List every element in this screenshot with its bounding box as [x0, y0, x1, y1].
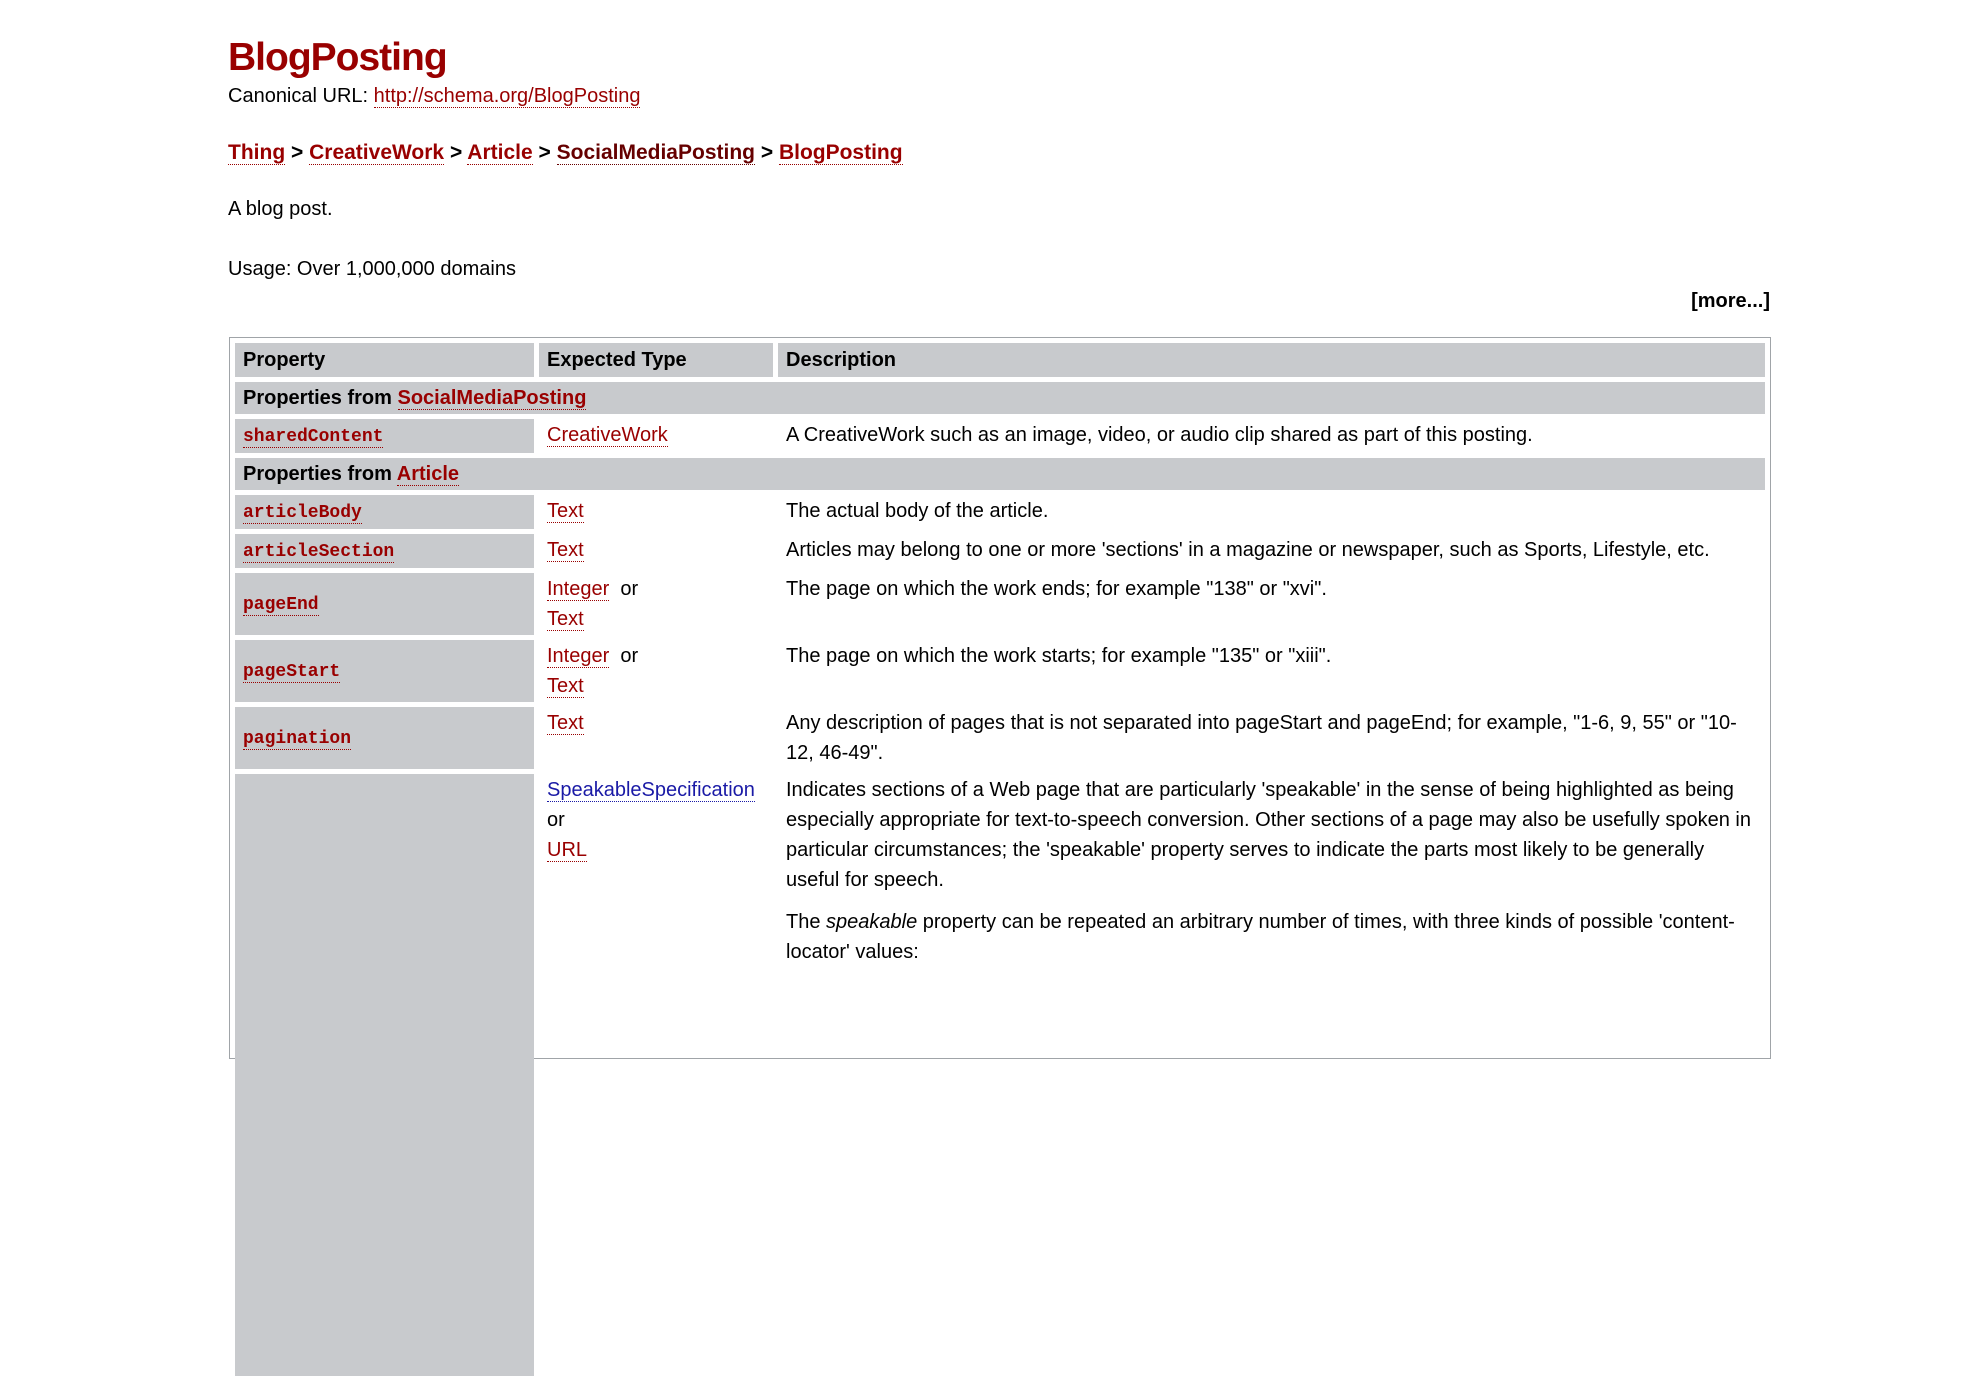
property-cell: pagination	[235, 707, 534, 769]
section-header: Properties from Article	[235, 458, 1765, 490]
breadcrumb-thing[interactable]: Thing	[228, 141, 286, 165]
type-description: A blog post.	[228, 198, 333, 220]
type-cell: Text	[539, 495, 773, 529]
canonical-label: Canonical URL:	[228, 85, 369, 107]
description-paragraph: Indicates sections of a Web page that ar…	[786, 779, 1751, 891]
property-link[interactable]: articleBody	[243, 503, 362, 524]
section-header: Properties from SocialMediaPosting	[235, 382, 1765, 414]
section-link[interactable]: Article	[396, 463, 460, 486]
type-link[interactable]: SpeakableSpecification	[547, 779, 755, 802]
type-cell: Text	[539, 707, 773, 769]
usage-text: Usage: Over 1,000,000 domains	[228, 258, 516, 280]
type-link[interactable]: Text	[547, 608, 584, 631]
type-or: or	[620, 645, 639, 667]
breadcrumb-separator: >	[449, 141, 463, 164]
type-link[interactable]: Text	[547, 712, 584, 735]
canonical-url: Canonical URL: http://schema.org/BlogPos…	[228, 81, 641, 111]
property-cell: articleSection	[235, 534, 534, 568]
type-or: or	[620, 578, 639, 600]
text: The	[786, 911, 827, 933]
emphasis: speakable	[826, 911, 918, 933]
section-link[interactable]: SocialMediaPosting	[397, 387, 587, 410]
property-link[interactable]: sharedContent	[243, 427, 384, 448]
canonical-link[interactable]: http://schema.org/BlogPosting	[373, 85, 641, 108]
property-cell: pageEnd	[235, 573, 534, 635]
type-cell: Integer or Text	[539, 573, 773, 635]
type-or: or	[547, 809, 565, 831]
type-link[interactable]: URL	[547, 839, 588, 862]
text: property can be repeated an arbitrary nu…	[786, 911, 1735, 963]
type-link[interactable]: Text	[547, 539, 584, 562]
section-prefix: Properties from	[243, 387, 392, 409]
properties-table: Property Expected Type Description Prope…	[229, 337, 1771, 1376]
property-cell: sharedContent	[235, 419, 534, 453]
type-cell: CreativeWork	[539, 419, 773, 453]
property-link[interactable]: pagination	[243, 729, 352, 750]
breadcrumb-article[interactable]: Article	[467, 141, 533, 165]
table-row: pagination Text Any description of pages t…	[235, 707, 1765, 769]
type-link[interactable]: Integer	[547, 645, 610, 668]
breadcrumb-creativework[interactable]: CreativeWork	[309, 141, 445, 165]
breadcrumb-separator: >	[760, 141, 774, 164]
property-link[interactable]: pageStart	[243, 662, 341, 683]
property-cell: articleBody	[235, 495, 534, 529]
header-expected-type: Expected Type	[539, 343, 773, 377]
type-cell: Integer or Text	[539, 640, 773, 702]
breadcrumb-blogposting[interactable]: BlogPosting	[778, 141, 903, 165]
type-link[interactable]: Text	[547, 500, 584, 523]
section-prefix: Properties from	[243, 463, 392, 485]
description-cell: A CreativeWork such as an image, video, …	[786, 424, 1533, 446]
section-row: Properties from SocialMediaPosting	[235, 382, 1765, 414]
type-link[interactable]: CreativeWork	[547, 424, 668, 447]
property-link[interactable]: articleSection	[243, 542, 395, 563]
property-cell: pageStart	[235, 640, 534, 702]
type-cell: SpeakableSpecification or URL	[539, 774, 773, 1376]
description-cell: The page on which the work ends; for exa…	[786, 578, 1327, 600]
description-cell: The page on which the work starts; for e…	[786, 645, 1332, 667]
description-cell: Any description of pages that is not sep…	[786, 712, 1737, 764]
description-cell: The actual body of the article.	[786, 500, 1049, 522]
table-row: pageStart Integer or Text The page on which…	[235, 640, 1765, 702]
breadcrumb-socialmediaposting[interactable]: SocialMediaPosting	[556, 141, 755, 165]
table-row: SpeakableSpecification or URL Indicates sec…	[235, 774, 1765, 1376]
type-link[interactable]: Text	[547, 675, 584, 698]
page-title: BlogPosting	[228, 36, 448, 79]
table-row: pageEnd Integer or Text The page on which t…	[235, 573, 1765, 635]
type-link[interactable]: Integer	[547, 578, 610, 601]
header-property: Property	[235, 343, 534, 377]
more-link[interactable]: [more...]	[1691, 286, 1770, 316]
table-row: articleBody Text The actual body of the ar…	[235, 495, 1765, 529]
breadcrumb: Thing > CreativeWork > Article > SocialM…	[228, 138, 903, 168]
type-cell: Text	[539, 534, 773, 568]
property-link[interactable]: pageEnd	[243, 595, 319, 616]
property-cell	[235, 774, 534, 1376]
breadcrumb-separator: >	[538, 141, 551, 164]
table-row: sharedContent CreativeWork A CreativeWork …	[235, 419, 1765, 453]
description-cell: Articles may belong to one or more 'sect…	[786, 539, 1710, 561]
breadcrumb-separator: >	[291, 141, 304, 164]
description-paragraph: The speakable property can be repeated a…	[786, 907, 1757, 967]
section-row: Properties from Article	[235, 458, 1765, 490]
header-description: Description	[778, 343, 1765, 377]
table-row: articleSection Text Articles may belong to…	[235, 534, 1765, 568]
description-cell: Indicates sections of a Web page that ar…	[778, 774, 1765, 1376]
